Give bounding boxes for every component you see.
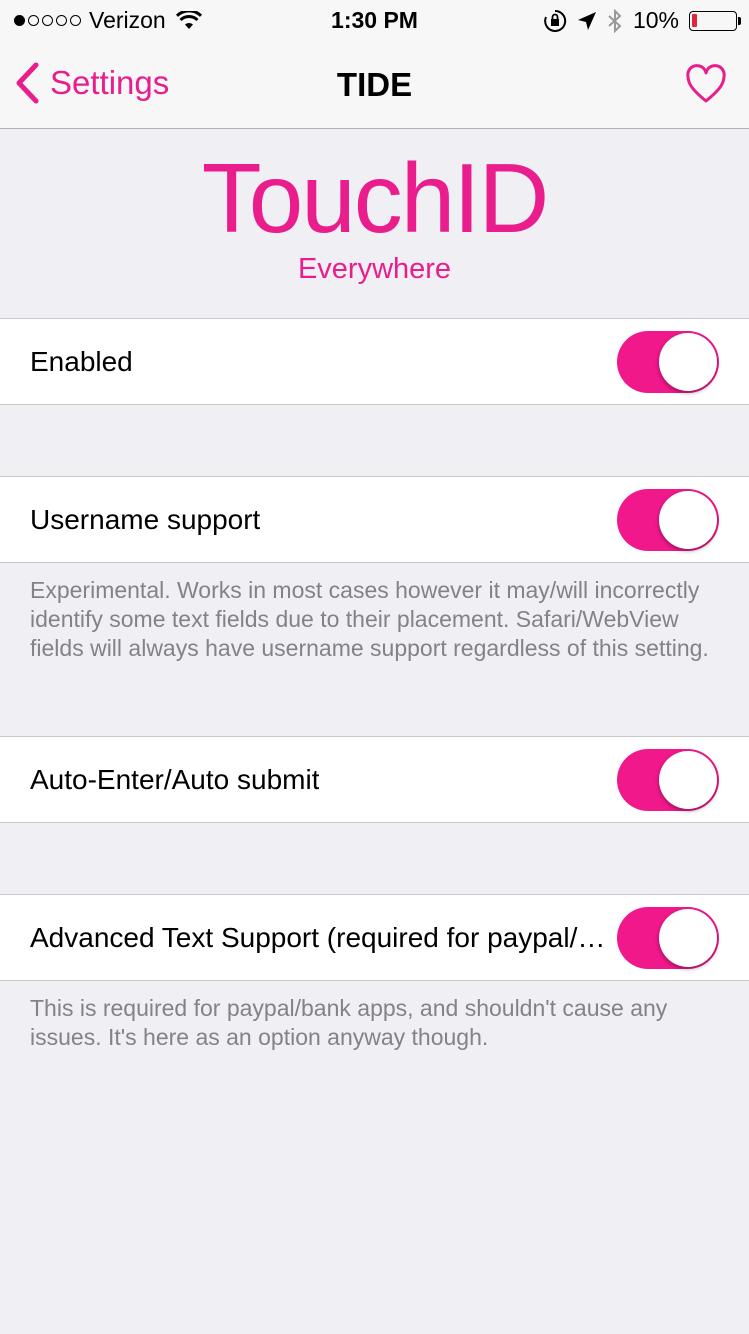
orientation-lock-icon [544, 9, 567, 32]
username-support-footer: Experimental. Works in most cases howeve… [30, 577, 709, 661]
username-support-toggle[interactable] [617, 489, 719, 551]
bluetooth-icon [608, 8, 622, 33]
battery-percent: 10% [632, 7, 679, 33]
setting-label: Username support [30, 504, 261, 535]
toggle-knob [659, 333, 717, 391]
setting-row-auto-enter[interactable]: Auto-Enter/Auto submit [0, 736, 749, 823]
toggle-knob [659, 909, 717, 967]
setting-row-username-support[interactable]: Username support [0, 476, 749, 563]
setting-label: Auto-Enter/Auto submit [30, 764, 320, 795]
toggle-knob [659, 491, 717, 549]
brand-subtitle: Everywhere [297, 253, 452, 285]
advanced-text-support-footer: This is required for paypal/bank apps, a… [30, 995, 668, 1050]
status-right: 10% [543, 7, 741, 34]
navigation-bar: Settings TIDE [0, 40, 749, 129]
status-bar: Verizon 1:30 PM 10% [0, 0, 749, 40]
battery-icon [689, 10, 741, 31]
brand-header: TouchID Everywhere [0, 129, 749, 286]
advanced-text-support-toggle[interactable] [617, 907, 719, 969]
favorite-button[interactable] [685, 64, 727, 109]
page-title: TIDE [336, 66, 413, 103]
enabled-toggle[interactable] [617, 331, 719, 393]
setting-label: Enabled [30, 346, 133, 377]
heart-icon [686, 64, 726, 103]
brand-title: TouchID [201, 143, 550, 253]
setting-row-advanced-text-support[interactable]: Advanced Text Support (required for payp… [0, 894, 749, 981]
auto-enter-toggle[interactable] [617, 749, 719, 811]
setting-label: Advanced Text Support (required for payp… [30, 922, 615, 953]
setting-row-enabled[interactable]: Enabled [0, 318, 749, 405]
toggle-knob [659, 751, 717, 809]
location-icon [577, 11, 596, 30]
